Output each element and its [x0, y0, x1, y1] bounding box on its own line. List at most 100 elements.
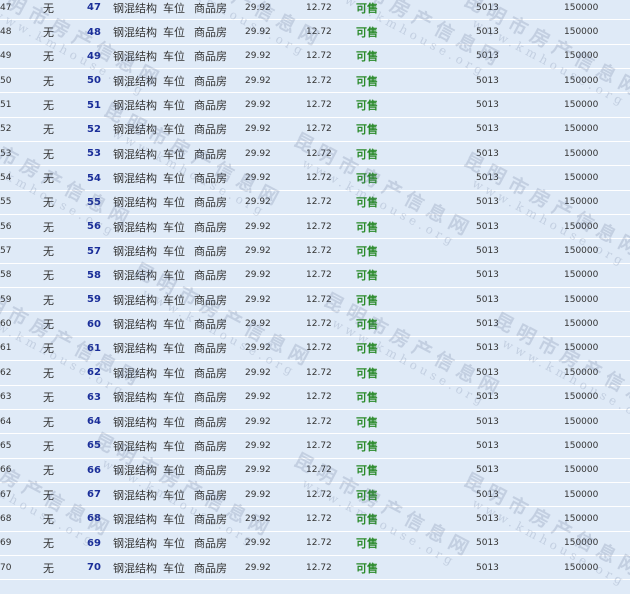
room-link[interactable]: 64	[87, 416, 101, 427]
area-cell: 29.92	[245, 141, 306, 167]
room-cell: 60	[87, 311, 113, 337]
table-row: 63 无 63 钢混结构 车位 商品房 29.92 12.72 可售 5013 150000	[0, 385, 630, 410]
structure-cell: 钢混结构	[113, 287, 163, 313]
area-cell: 29.92	[245, 385, 306, 410]
status-cell: 可售	[356, 19, 476, 45]
type-cell: 车位	[163, 385, 194, 410]
structure-cell: 钢混结构	[113, 19, 163, 45]
room-link[interactable]: 47	[87, 2, 101, 13]
reserve-cell: 无	[43, 214, 87, 240]
type-cell: 车位	[163, 238, 194, 264]
reserve-cell: 无	[43, 165, 87, 191]
area-cell: 29.92	[245, 409, 306, 435]
type-cell: 车位	[163, 190, 194, 216]
structure-cell: 钢混结构	[113, 0, 163, 21]
reserve-cell: 无	[43, 555, 87, 581]
status-cell: 可售	[356, 190, 476, 216]
total-price-cell: 150000	[564, 385, 630, 410]
table-row: 68 无 68 钢混结构 车位 商品房 29.92 12.72 可售 5013 150000	[0, 506, 630, 532]
row-number: 51	[0, 92, 43, 118]
status-cell: 可售	[356, 238, 476, 264]
table-row: 64 无 64 钢混结构 车位 商品房 29.92 12.72 可售 5013 150000	[0, 409, 630, 435]
room-link[interactable]: 66	[87, 465, 101, 476]
row-number: 67	[0, 482, 43, 508]
inner-area-cell: 12.72	[306, 44, 356, 70]
status-cell: 可售	[356, 92, 476, 118]
room-cell: 51	[87, 92, 113, 118]
structure-cell: 钢混结构	[113, 555, 163, 581]
row-number: 54	[0, 165, 43, 191]
room-link[interactable]: 51	[87, 100, 101, 111]
area-cell: 29.92	[245, 287, 306, 313]
unit-price-cell: 5013	[476, 141, 564, 167]
room-link[interactable]: 48	[87, 27, 101, 38]
structure-cell: 钢混结构	[113, 482, 163, 508]
room-cell: 69	[87, 531, 113, 556]
table-row: 54 无 54 钢混结构 车位 商品房 29.92 12.72 可售 5013 150000	[0, 165, 630, 191]
type-cell: 车位	[163, 68, 194, 94]
status-cell: 可售	[356, 531, 476, 556]
room-link[interactable]: 50	[87, 75, 101, 86]
table-row: 52 无 52 钢混结构 车位 商品房 29.92 12.72 可售 5013 150000	[0, 117, 630, 143]
room-cell: 66	[87, 458, 113, 483]
room-link[interactable]: 65	[87, 440, 101, 451]
table-row: 50 无 50 钢混结构 车位 商品房 29.92 12.72 可售 5013 150000	[0, 68, 630, 94]
room-link[interactable]: 60	[87, 319, 101, 330]
room-link[interactable]: 62	[87, 367, 101, 378]
reserve-cell: 无	[43, 92, 87, 118]
room-link[interactable]: 57	[87, 246, 101, 257]
room-link[interactable]: 61	[87, 343, 101, 354]
table-row: 51 无 51 钢混结构 车位 商品房 29.92 12.72 可售 5013 150000	[0, 92, 630, 118]
row-number: 57	[0, 238, 43, 264]
total-price-cell: 150000	[564, 555, 630, 581]
usage-cell: 商品房	[194, 68, 245, 94]
room-link[interactable]: 68	[87, 513, 101, 524]
area-cell: 29.92	[245, 92, 306, 118]
reserve-cell: 无	[43, 506, 87, 532]
structure-cell: 钢混结构	[113, 117, 163, 143]
room-cell: 65	[87, 433, 113, 459]
status-cell: 可售	[356, 506, 476, 532]
reserve-cell: 无	[43, 44, 87, 70]
table-row: 47 无 47 钢混结构 车位 商品房 29.92 12.72 可售 5013 150000	[0, 0, 630, 21]
reserve-cell: 无	[43, 238, 87, 264]
row-number: 63	[0, 385, 43, 410]
usage-cell: 商品房	[194, 385, 245, 410]
status-cell: 可售	[356, 433, 476, 459]
room-link[interactable]: 59	[87, 294, 101, 305]
type-cell: 车位	[163, 263, 194, 289]
structure-cell: 钢混结构	[113, 165, 163, 191]
unit-price-cell: 5013	[476, 287, 564, 313]
unit-price-cell: 5013	[476, 433, 564, 459]
table-row: 57 无 57 钢混结构 车位 商品房 29.92 12.72 可售 5013 150000	[0, 238, 630, 264]
room-link[interactable]: 53	[87, 148, 101, 159]
room-link[interactable]: 69	[87, 538, 101, 549]
inner-area-cell: 12.72	[306, 336, 356, 362]
room-link[interactable]: 63	[87, 392, 101, 403]
room-cell: 68	[87, 506, 113, 532]
structure-cell: 钢混结构	[113, 506, 163, 532]
usage-cell: 商品房	[194, 117, 245, 143]
room-link[interactable]: 55	[87, 197, 101, 208]
structure-cell: 钢混结构	[113, 92, 163, 118]
area-cell: 29.92	[245, 190, 306, 216]
area-cell: 29.92	[245, 506, 306, 532]
table-row: 70 无 70 钢混结构 车位 商品房 29.92 12.72 可售 5013 150000	[0, 555, 630, 581]
room-link[interactable]: 54	[87, 173, 101, 184]
inner-area-cell: 12.72	[306, 263, 356, 289]
room-link[interactable]: 67	[87, 489, 101, 500]
room-link[interactable]: 52	[87, 124, 101, 135]
room-link[interactable]: 70	[87, 562, 101, 573]
unit-price-cell: 5013	[476, 165, 564, 191]
inner-area-cell: 12.72	[306, 360, 356, 386]
status-cell: 可售	[356, 555, 476, 581]
unit-price-cell: 5013	[476, 238, 564, 264]
room-link[interactable]: 56	[87, 221, 101, 232]
room-cell: 53	[87, 141, 113, 167]
room-link[interactable]: 58	[87, 270, 101, 281]
reserve-cell: 无	[43, 360, 87, 386]
room-link[interactable]: 49	[87, 51, 101, 62]
reserve-cell: 无	[43, 433, 87, 459]
room-cell: 67	[87, 482, 113, 508]
status-cell: 可售	[356, 117, 476, 143]
